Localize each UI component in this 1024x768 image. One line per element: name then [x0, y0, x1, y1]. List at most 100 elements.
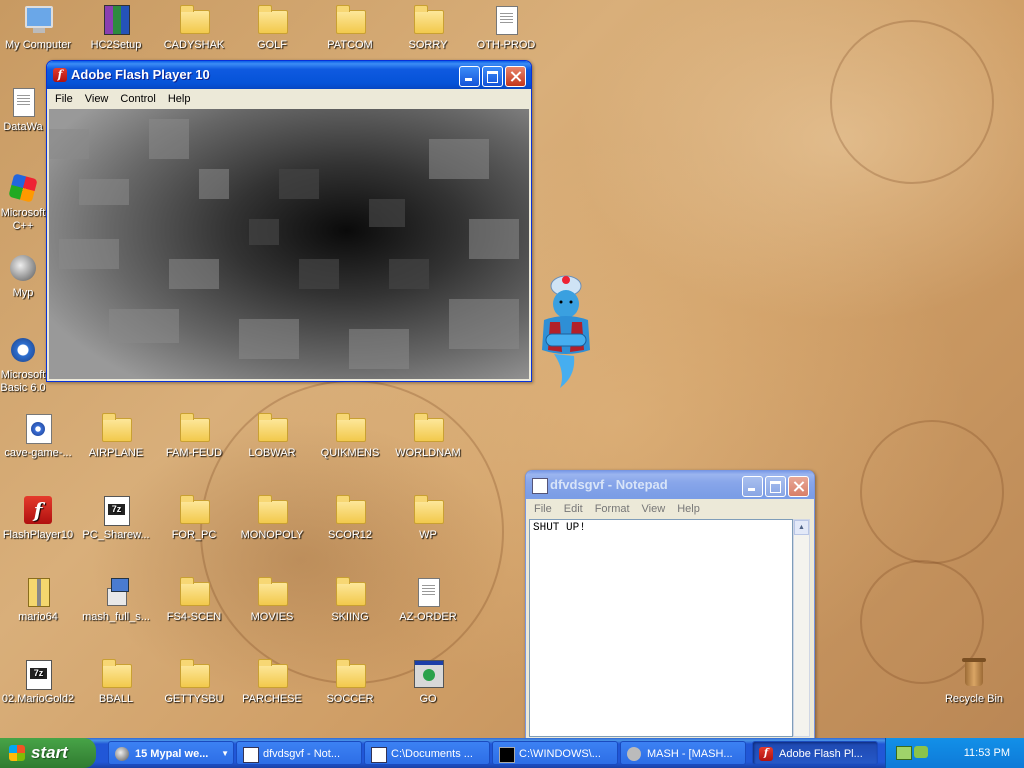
desktop-icon-oth-prod[interactable]: OTH-PROD [468, 4, 544, 52]
desktop-icon-lobwar[interactable]: LOBWAR [234, 412, 310, 460]
desktop-icon-worldnam[interactable]: WORLDNAM [390, 412, 466, 460]
windows-logo-icon [9, 745, 25, 761]
mypal-icon [10, 255, 36, 281]
desktop-icon-microsoft-basic[interactable]: Microsoft Basic 6.0 [0, 334, 46, 395]
security-icon[interactable] [914, 746, 928, 758]
folder-icon [414, 495, 444, 524]
folder-icon [258, 413, 288, 442]
desktop-icon-airplane[interactable]: AIRPLANE [78, 412, 154, 460]
program-window-icon [414, 660, 444, 688]
start-button[interactable]: start [0, 738, 96, 768]
menu-file[interactable]: File [528, 503, 558, 515]
cave-game-scene [49, 109, 529, 379]
7z-archive-icon: 7z [104, 496, 130, 526]
desktop-icon-hc2setup[interactable]: HC2Setup [78, 4, 154, 52]
folder-icon [258, 5, 288, 34]
desktop-icon-patcom[interactable]: PATCOM [312, 4, 388, 52]
notepad-menubar: File Edit Format View Help [526, 499, 814, 518]
folder-icon [414, 5, 444, 34]
taskbar-item-notepad[interactable]: dfvdsgvf - Not... [236, 741, 362, 765]
taskbar-item-mash[interactable]: MASH - [MASH... [620, 741, 746, 765]
taskbar-item-documents[interactable]: C:\Documents ... [364, 741, 490, 765]
flash-game-canvas[interactable] [49, 109, 529, 379]
folder-icon [102, 659, 132, 688]
taskbar-item-flash-player[interactable]: f Adobe Flash Pl... [752, 741, 878, 765]
desktop-icon-soccer[interactable]: SOCCER [312, 658, 388, 706]
genie-icon [542, 275, 590, 388]
minimize-button[interactable] [742, 476, 763, 497]
genie-assistant-character[interactable] [530, 272, 602, 392]
menu-control[interactable]: Control [114, 93, 161, 105]
folder-icon [336, 495, 366, 524]
desktop-icon-mash-full[interactable]: mash_full_s... [78, 576, 154, 624]
menu-help[interactable]: Help [671, 503, 706, 515]
desktop-icon-cave-game[interactable]: cave-game-... [0, 412, 76, 460]
close-button[interactable] [505, 66, 526, 87]
notepad-text-area[interactable]: SHUT UP! [529, 519, 793, 737]
desktop-icon-quikmens[interactable]: QUIKMENS [312, 412, 388, 460]
network-icon[interactable] [896, 746, 912, 760]
mypal-icon [115, 747, 129, 761]
desktop-icon-go[interactable]: GO [390, 658, 466, 706]
desktop-icon-movies[interactable]: MOVIES [234, 576, 310, 624]
menu-format[interactable]: Format [589, 503, 636, 515]
desktop-icon-wp[interactable]: WP [390, 494, 466, 542]
flash-window-title: Adobe Flash Player 10 [71, 67, 210, 82]
folder-icon [180, 577, 210, 606]
flash-player-icon: f [53, 68, 67, 82]
desktop-icon-gettysbu[interactable]: GETTYSBU [156, 658, 232, 706]
minimize-button[interactable] [459, 66, 480, 87]
desktop-icon-flashplayer10[interactable]: f FlashPlayer10 [0, 494, 76, 542]
folder-icon [258, 577, 288, 606]
close-button[interactable] [788, 476, 809, 497]
notepad-icon [532, 478, 548, 494]
desktop-icon-mypal[interactable]: Myp [0, 252, 46, 300]
flash-window-titlebar[interactable]: f Adobe Flash Player 10 [47, 61, 531, 89]
mash-icon [627, 747, 641, 761]
cpp-icon [8, 173, 38, 203]
media-file-icon [26, 414, 52, 444]
menu-view[interactable]: View [636, 503, 672, 515]
setup-icon [103, 578, 129, 606]
taskbar-item-mypal[interactable]: 15 Mypal we... ▼ [108, 741, 234, 765]
desktop-icon-datawa[interactable]: DataWa [0, 86, 46, 134]
menu-view[interactable]: View [79, 93, 115, 105]
desktop-icon-fs4-scen[interactable]: FS4-SCEN [156, 576, 232, 624]
desktop-icon-mario64[interactable]: mario64 [0, 576, 76, 624]
desktop-icon-bball[interactable]: BBALL [78, 658, 154, 706]
desktop-icon-parchese[interactable]: PARCHESE [234, 658, 310, 706]
notepad-window[interactable]: dfvdsgvf - Notepad File Edit Format View… [525, 470, 815, 740]
desktop-icon-fam-feud[interactable]: FAM-FEUD [156, 412, 232, 460]
7z-archive-icon [371, 747, 387, 763]
notepad-titlebar[interactable]: dfvdsgvf - Notepad [526, 471, 814, 499]
menu-help[interactable]: Help [162, 93, 197, 105]
desktop-icon-scor12[interactable]: SCOR12 [312, 494, 388, 542]
menu-edit[interactable]: Edit [558, 503, 589, 515]
clock[interactable]: 11:53 PM [964, 738, 1010, 768]
folder-icon [180, 413, 210, 442]
taskbar: start 15 Mypal we... ▼ dfvdsgvf - Not...… [0, 738, 1024, 768]
desktop-icon-az-order[interactable]: AZ-ORDER [390, 576, 466, 624]
desktop-icon-recycle-bin[interactable]: Recycle Bin [936, 658, 1012, 706]
desktop-icon-for-pc[interactable]: FOR_PC [156, 494, 232, 542]
desktop-icon-mariogold2[interactable]: 7z 02.MarioGold2 [0, 658, 76, 706]
flash-player-window[interactable]: f Adobe Flash Player 10 File View Contro… [46, 60, 532, 382]
maximize-button[interactable] [482, 66, 503, 87]
desktop-icon-skiing[interactable]: SKIING [312, 576, 388, 624]
notepad-vertical-scrollbar[interactable]: ▲ [793, 519, 810, 737]
desktop-icon-cadyshak[interactable]: CADYSHAK [156, 4, 232, 52]
desktop-icon-golf[interactable]: GOLF [234, 4, 310, 52]
desktop-icon-sorry[interactable]: SORRY [390, 4, 466, 52]
system-tray: 11:53 PM [885, 738, 1024, 768]
desktop-icon-monopoly[interactable]: MONOPOLY [234, 494, 310, 542]
winrar-archive-icon [104, 5, 130, 35]
scroll-up-button[interactable]: ▲ [794, 520, 809, 535]
maximize-button[interactable] [765, 476, 786, 497]
menu-file[interactable]: File [49, 93, 79, 105]
folder-icon [336, 577, 366, 606]
desktop-icon-microsoft-cpp[interactable]: Microsoft C++ [0, 172, 46, 233]
taskbar-item-command-prompt[interactable]: C:\WINDOWS\... [492, 741, 618, 765]
desktop-icon-pc-shareware[interactable]: 7z PC_Sharew... [78, 494, 154, 542]
desktop-icon-my-computer[interactable]: My Computer [0, 4, 76, 52]
wallpaper-sketch [830, 20, 994, 184]
